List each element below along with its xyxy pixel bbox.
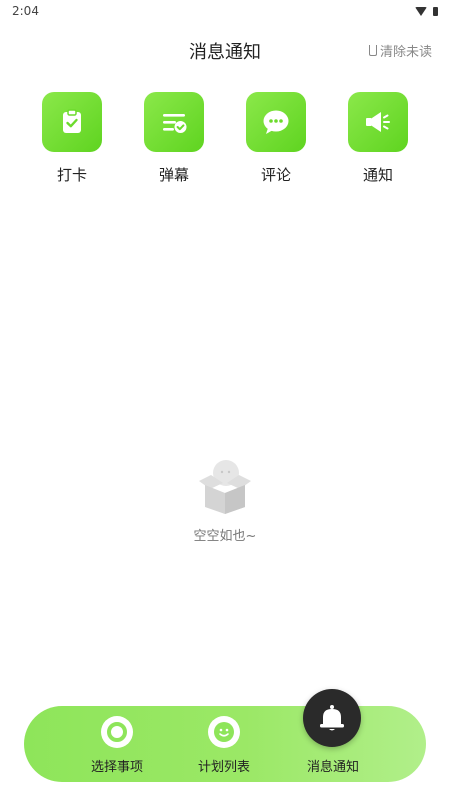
header: 消息通知 清除未读 xyxy=(0,36,450,66)
category-icon-box xyxy=(246,92,306,152)
clear-unread-label: 清除未读 xyxy=(379,45,432,60)
nav-item-plan-list[interactable]: 计划列表 xyxy=(179,706,269,782)
battery-icon xyxy=(433,6,438,16)
list-check-icon xyxy=(163,114,187,133)
broom-icon xyxy=(368,45,377,56)
category-label: 评论 xyxy=(260,166,291,184)
nav-label: 计划列表 xyxy=(197,760,250,775)
status-icons xyxy=(415,6,438,16)
category-row: 打卡 弹幕 评论 通知 xyxy=(0,92,450,192)
screen: 2:04 消息通知 清除未读 打卡 弹幕 评论 通知 空空如也~ 选择事项 计划… xyxy=(0,0,450,800)
smile-icon xyxy=(214,722,234,742)
nav-icon-circle xyxy=(101,716,133,748)
empty-state: 空空如也~ xyxy=(0,455,450,544)
category-danmaku[interactable]: 弹幕 xyxy=(139,92,209,185)
bottom-nav: 选择事项 计划列表 消息通知 xyxy=(24,706,426,782)
empty-box-icon xyxy=(199,460,251,514)
category-checkin[interactable]: 打卡 xyxy=(37,92,107,185)
wifi-icon xyxy=(415,6,427,16)
status-time: 2:04 xyxy=(12,4,39,18)
nav-label: 消息通知 xyxy=(306,760,359,775)
chat-bubble-icon xyxy=(263,110,289,134)
megaphone-icon xyxy=(366,112,390,132)
category-notice[interactable]: 通知 xyxy=(343,92,413,185)
category-label: 打卡 xyxy=(56,166,87,184)
category-icon-box xyxy=(348,92,408,152)
category-comments[interactable]: 评论 xyxy=(241,92,311,185)
category-label: 弹幕 xyxy=(158,166,189,184)
ring-icon xyxy=(107,722,127,742)
empty-state-text: 空空如也~ xyxy=(193,529,257,544)
nav-icon-circle xyxy=(208,716,240,748)
nav-item-select[interactable]: 选择事项 xyxy=(72,706,162,782)
category-icon-box xyxy=(144,92,204,152)
bell-icon xyxy=(320,705,344,731)
category-icon-box xyxy=(42,92,102,152)
nav-label: 选择事项 xyxy=(90,760,143,775)
nav-active-bell-button[interactable] xyxy=(303,689,361,747)
clipboard-check-icon xyxy=(63,109,81,133)
clear-unread-button[interactable]: 清除未读 xyxy=(368,41,432,60)
status-bar: 2:04 xyxy=(0,0,450,22)
category-label: 通知 xyxy=(362,166,393,184)
